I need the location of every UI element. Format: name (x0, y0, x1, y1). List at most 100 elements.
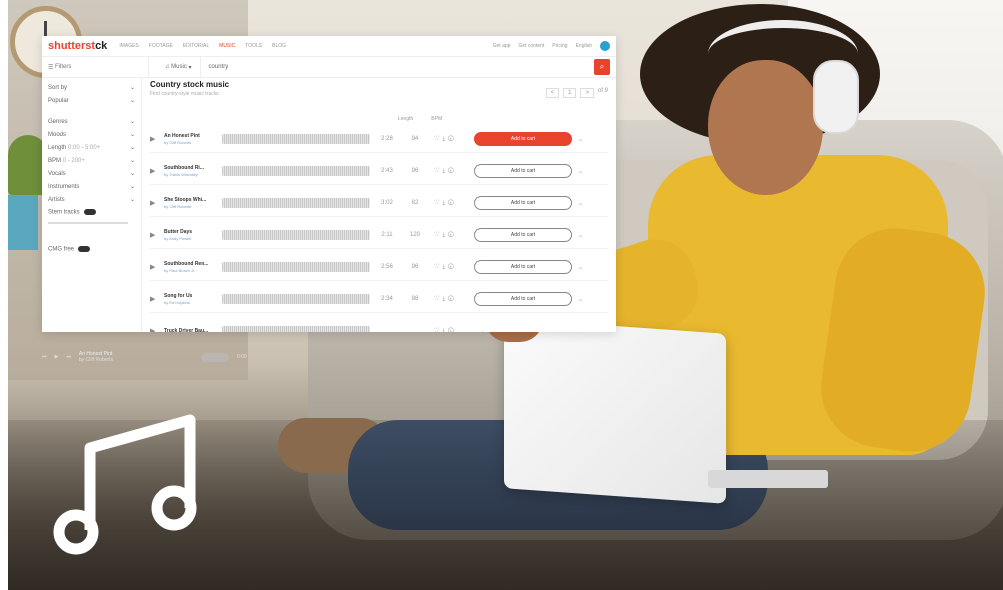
next-icon[interactable]: ⏭ (66, 354, 71, 360)
pricing-link[interactable]: Pricing (552, 43, 567, 49)
add-to-cart-button[interactable]: Add to cart (474, 260, 572, 274)
prev-page-button[interactable]: < (545, 88, 560, 98)
info-icon[interactable]: ⓘ (448, 168, 457, 174)
chevron-down-icon[interactable]: ⌄ (578, 296, 583, 303)
type-select[interactable]: ♫ Music ▾ (157, 57, 201, 77)
get-app-link[interactable]: Get app (493, 43, 511, 49)
add-to-cart-button[interactable]: Add to cart (474, 196, 572, 210)
play-icon[interactable]: ▶ (150, 231, 164, 239)
prev-icon[interactable]: ⏮ (42, 354, 47, 360)
track-title[interactable]: Southbound Ren... (164, 261, 214, 267)
filter-bpm[interactable]: BPM 0 - 200+ ⌄ (48, 154, 135, 167)
waveform[interactable] (222, 198, 370, 208)
track-row[interactable]: ▶ An Honest Pint by Cliff Roberts 2:28 94 ♡⤓ⓘ… (150, 126, 608, 153)
waveform[interactable] (222, 166, 370, 176)
waveform[interactable] (222, 134, 370, 144)
player-progress[interactable] (200, 352, 229, 362)
track-title[interactable]: She Stoops Whi... (164, 197, 214, 203)
play-icon[interactable]: ▶ (150, 135, 164, 143)
waveform[interactable] (222, 230, 370, 240)
waveform[interactable] (222, 294, 370, 304)
track-bpm: 96 (411, 168, 419, 174)
search-input[interactable]: country (201, 64, 594, 70)
chevron-down-icon[interactable]: ⌄ (578, 264, 583, 271)
search-icon[interactable]: ⌕ (594, 59, 610, 75)
chevron-down-icon[interactable]: ⌄ (578, 232, 583, 239)
column-headers: Length BPM (398, 116, 442, 122)
filter-moods[interactable]: Moods ⌄ (48, 128, 135, 141)
track-artist[interactable]: by Ed Hopkins (164, 300, 214, 305)
sort-by[interactable]: Sort by ⌄ (48, 81, 135, 94)
nav-footage[interactable]: FOOTAGE (149, 43, 173, 49)
add-to-cart-button[interactable]: Add to cart (474, 164, 572, 178)
add-to-cart-button[interactable]: Add to cart (474, 228, 572, 242)
filter-artists[interactable]: Artists ⌄ (48, 193, 135, 206)
cmg-toggle[interactable] (78, 246, 91, 253)
chevron-down-icon[interactable]: ⌄ (480, 328, 485, 333)
sort-value[interactable]: Popular ⌄ (48, 94, 135, 107)
track-artist[interactable]: by Cliff Roberts (164, 140, 214, 145)
track-bpm: 120 (409, 232, 420, 238)
info-icon[interactable]: ⓘ (448, 264, 457, 270)
track-row[interactable]: ▶ Southbound Ri... by Travis Wheatley 2:43 9… (150, 158, 608, 185)
info-icon[interactable]: ⓘ (448, 296, 457, 302)
play-icon[interactable]: ▶ (150, 263, 164, 271)
next-page-button[interactable]: > (580, 88, 594, 98)
track-row[interactable]: ▶ Truck Driver Bau... ♡⤓ⓘ ⌄ (150, 318, 608, 332)
track-title[interactable]: Southbound Ri... (164, 165, 214, 171)
play-icon[interactable]: ▶ (55, 354, 59, 360)
chevron-down-icon: ⌄ (129, 171, 135, 177)
track-title[interactable]: An Honest Pint (164, 133, 214, 139)
avatar[interactable] (600, 41, 610, 51)
waveform[interactable] (222, 326, 370, 332)
filter-vocals[interactable]: Vocals ⌄ (48, 167, 135, 180)
nav-tools[interactable]: TOOLS (245, 43, 262, 49)
bpm-value: 0 - 200+ (62, 157, 85, 164)
track-title[interactable]: Song for Us (164, 293, 214, 299)
page-number[interactable]: 1 (563, 88, 577, 98)
stem-toggle-row[interactable]: Stem tracks (48, 206, 135, 219)
language-link[interactable]: English (576, 43, 592, 49)
nav-editorial[interactable]: EDITORIAL (183, 43, 209, 49)
waveform[interactable] (222, 262, 370, 272)
nav-music[interactable]: MUSIC (219, 43, 235, 49)
nav-blog[interactable]: BLOG (272, 43, 286, 49)
headphones-icon (813, 60, 859, 134)
sort-value-label: Popular (48, 97, 69, 104)
logo[interactable]: shutterstck (48, 40, 107, 52)
cmg-toggle-row[interactable]: CMG free (48, 243, 135, 256)
chevron-down-icon[interactable]: ⌄ (578, 136, 583, 143)
track-artist[interactable]: by Paul Brown Jr. (164, 268, 214, 273)
info-icon[interactable]: ⓘ (448, 232, 457, 238)
track-artist[interactable]: by Cliff Roberts (164, 204, 214, 209)
chevron-down-icon: ⌄ (129, 197, 135, 203)
chevron-down-icon[interactable]: ⌄ (578, 200, 583, 207)
info-icon[interactable]: ⓘ (448, 136, 457, 142)
track-artist[interactable]: by Andy Powell (164, 236, 214, 241)
add-to-cart-button[interactable]: Add to cart (474, 132, 572, 146)
track-title[interactable]: Butter Days (164, 229, 214, 235)
track-row[interactable]: ▶ Butter Days by Andy Powell 2:11 120 ♡⤓ⓘ Add … (150, 222, 608, 249)
track-row[interactable]: ▶ She Stoops Whi... by Cliff Roberts 3:02 82… (150, 190, 608, 217)
filter-instruments[interactable]: Instruments ⌄ (48, 180, 135, 193)
filters-button[interactable]: ☰ Filters (42, 57, 149, 77)
play-icon[interactable]: ▶ (150, 167, 164, 175)
play-icon[interactable]: ▶ (150, 327, 164, 332)
track-artist[interactable]: by Travis Wheatley (164, 172, 214, 177)
add-to-cart-button[interactable]: Add to cart (474, 292, 572, 306)
laptop-base (708, 470, 828, 488)
info-icon[interactable]: ⓘ (448, 328, 457, 332)
nav-images[interactable]: IMAGES (119, 43, 138, 49)
stem-toggle[interactable] (83, 209, 96, 216)
track-row[interactable]: ▶ Song for Us by Ed Hopkins 2:34 88 ♡⤓ⓘ Add to… (150, 286, 608, 313)
play-icon[interactable]: ▶ (150, 199, 164, 207)
filter-genres[interactable]: Genres ⌄ (48, 115, 135, 128)
info-icon[interactable]: ⓘ (448, 200, 457, 206)
filter-label: Moods (48, 131, 67, 138)
chevron-down-icon[interactable]: ⌄ (578, 168, 583, 175)
track-title[interactable]: Truck Driver Bau... (164, 328, 214, 333)
get-content-link[interactable]: Get content (518, 43, 544, 49)
filter-length[interactable]: Length 0:00 - 5:00+ ⌄ (48, 141, 135, 154)
track-row[interactable]: ▶ Southbound Ren... by Paul Brown Jr. 2:56 9… (150, 254, 608, 281)
play-icon[interactable]: ▶ (150, 295, 164, 303)
